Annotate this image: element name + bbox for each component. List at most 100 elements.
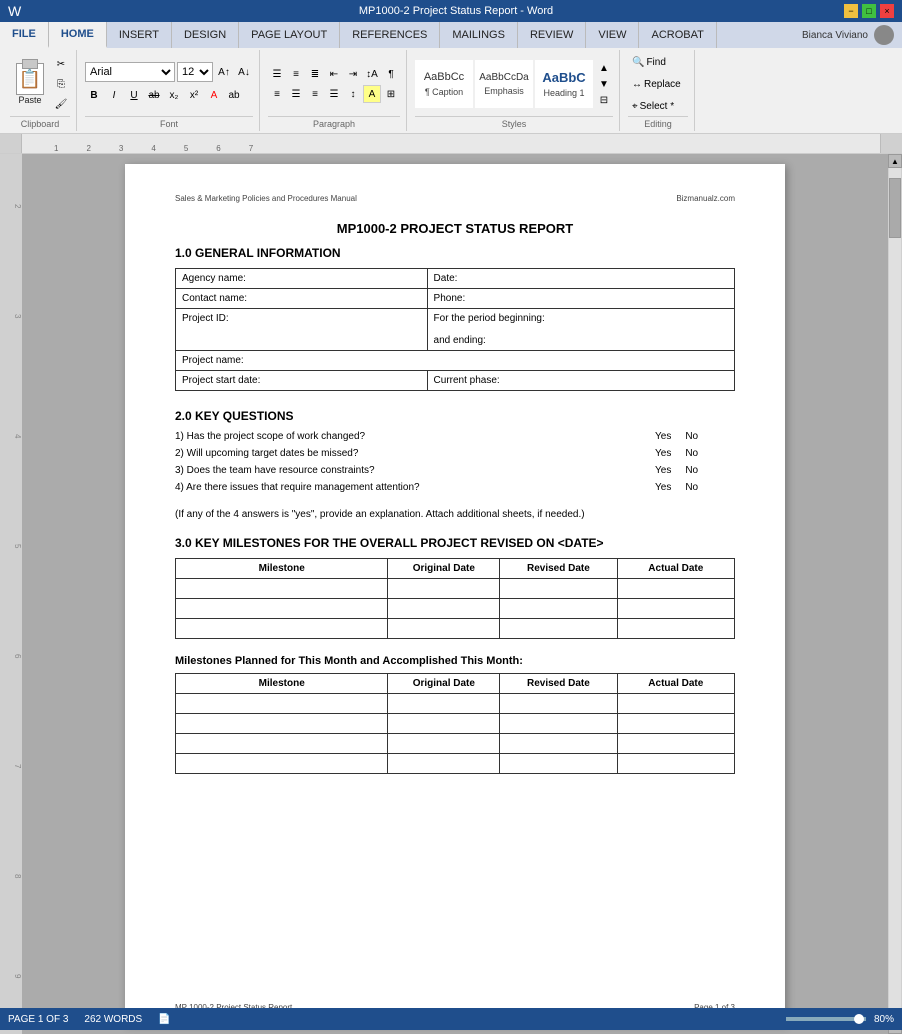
- table-row: [176, 734, 735, 754]
- close-button[interactable]: ×: [880, 4, 894, 18]
- tab-design[interactable]: DESIGN: [172, 22, 239, 48]
- format-painter-button[interactable]: 🖌: [52, 95, 70, 113]
- styles-label: Styles: [415, 116, 613, 129]
- planned-col-actual-header: Actual Date: [617, 674, 734, 694]
- ruler-main: 1 2 3 4 5 6 7: [22, 134, 880, 153]
- scroll-thumb[interactable]: [889, 178, 901, 238]
- tab-insert[interactable]: INSERT: [107, 22, 172, 48]
- milestones-planned-title: Milestones Planned for This Month and Ac…: [175, 655, 735, 667]
- font-grow-button[interactable]: A↑: [215, 63, 233, 81]
- tab-review[interactable]: REVIEW: [518, 22, 586, 48]
- section-1-heading: 1.0 GENERAL INFORMATION: [175, 246, 735, 260]
- select-icon: ⌖: [632, 101, 638, 112]
- tab-home[interactable]: HOME: [49, 22, 107, 48]
- tab-page-layout[interactable]: PAGE LAYOUT: [239, 22, 340, 48]
- style-heading1-sample: AaBbC: [542, 70, 585, 86]
- styles-content: AaBbCc ¶ Caption AaBbCcDa Emphasis AaBbC…: [415, 52, 613, 116]
- superscript-button[interactable]: x²: [185, 86, 203, 104]
- bullets-button[interactable]: ☰: [268, 65, 286, 83]
- general-info-table: Agency name: Date: Contact name: Phone: …: [175, 268, 735, 391]
- styles-scroll-up[interactable]: ▲: [595, 60, 613, 76]
- style-caption-label: ¶ Caption: [425, 87, 463, 97]
- align-right-button[interactable]: ≡: [306, 85, 324, 103]
- table-row: Contact name: Phone:: [176, 289, 735, 309]
- numbering-button[interactable]: ≡: [287, 65, 305, 83]
- underline-button[interactable]: U: [125, 86, 143, 104]
- show-hide-button[interactable]: ¶: [382, 65, 400, 83]
- align-left-button[interactable]: ≡: [268, 85, 286, 103]
- paragraph-row-1: ☰ ≡ ≣ ⇤ ⇥ ↕A ¶: [268, 65, 400, 83]
- tab-mailings[interactable]: MAILINGS: [440, 22, 518, 48]
- question-4-text: 4) Are there issues that require managem…: [175, 482, 655, 493]
- planned-col-revised-header: Revised Date: [500, 674, 617, 694]
- justify-button[interactable]: ☰: [325, 85, 343, 103]
- font-size-select[interactable]: 12: [177, 62, 213, 82]
- paragraph-row-2: ≡ ☰ ≡ ☰ ↕ A ⊞: [268, 85, 400, 103]
- select-button[interactable]: ⌖ Select *: [628, 96, 688, 116]
- status-bar: PAGE 1 OF 3 262 WORDS 📄 80%: [0, 1008, 902, 1030]
- align-center-button[interactable]: ☰: [287, 85, 305, 103]
- zoom-level: 80%: [874, 1014, 894, 1025]
- minimize-button[interactable]: −: [844, 4, 858, 18]
- left-bar: 2 3 4 5 6 7 8 9: [0, 154, 22, 1034]
- paragraph-label: Paragraph: [268, 116, 400, 129]
- style-caption[interactable]: AaBbCc ¶ Caption: [415, 60, 473, 108]
- scrollbar-right[interactable]: ▲ ▼: [888, 154, 902, 1034]
- tab-view[interactable]: VIEW: [586, 22, 639, 48]
- cut-button[interactable]: ✂: [52, 55, 70, 73]
- highlight-button[interactable]: ab: [225, 86, 243, 104]
- clipboard-sub-buttons: ✂ ⎘ 🖌: [52, 55, 70, 113]
- find-button[interactable]: 🔍 Find: [628, 52, 688, 72]
- text-color-button[interactable]: A: [205, 86, 223, 104]
- ribbon-content: 📋 Paste ✂ ⎘ 🖌 Clipboard Arial: [0, 48, 902, 133]
- margin-marker-8: 8: [13, 874, 22, 878]
- tab-file[interactable]: FILE: [0, 22, 49, 48]
- page-header-right: Bizmanualz.com: [676, 194, 735, 203]
- styles-expand[interactable]: ⊟: [595, 92, 613, 108]
- margin-marker-2: 2: [13, 204, 22, 208]
- font-shrink-button[interactable]: A↓: [235, 63, 253, 81]
- table-row: [176, 754, 735, 774]
- bold-button[interactable]: B: [85, 86, 103, 104]
- table-row: Project name:: [176, 351, 735, 371]
- title-bar-title: MP1000-2 Project Status Report - Word: [68, 5, 844, 17]
- tab-references[interactable]: REFERENCES: [340, 22, 440, 48]
- paste-button[interactable]: 📋 Paste: [10, 60, 50, 108]
- font-family-select[interactable]: Arial: [85, 62, 175, 82]
- decrease-indent-button[interactable]: ⇤: [325, 65, 343, 83]
- shading-button[interactable]: A: [363, 85, 381, 103]
- style-heading1[interactable]: AaBbC Heading 1: [535, 60, 593, 108]
- title-bar-controls[interactable]: − □ ×: [844, 4, 894, 18]
- question-row-2: 2) Will upcoming target dates be missed?…: [175, 448, 735, 459]
- user-name: Bianca Viviano: [802, 30, 868, 41]
- line-spacing-button[interactable]: ↕: [344, 85, 362, 103]
- margin-marker-5: 5: [13, 544, 22, 548]
- borders-button[interactable]: ⊞: [382, 85, 400, 103]
- page-header: Sales & Marketing Policies and Procedure…: [175, 194, 735, 203]
- italic-button[interactable]: I: [105, 86, 123, 104]
- margin-marker-6: 6: [13, 654, 22, 658]
- font-label: Font: [85, 116, 253, 129]
- main-area: 2 3 4 5 6 7 8 9 Sales & Marketing Polici…: [0, 154, 902, 1034]
- document-scroll-area[interactable]: Sales & Marketing Policies and Procedure…: [22, 154, 888, 1034]
- zoom-slider[interactable]: [786, 1017, 866, 1021]
- replace-button[interactable]: ↔ Replace: [628, 74, 688, 94]
- style-heading1-label: Heading 1: [543, 88, 584, 98]
- subscript-button[interactable]: x₂: [165, 86, 183, 104]
- multilevel-button[interactable]: ≣: [306, 65, 324, 83]
- sort-button[interactable]: ↕A: [363, 65, 381, 83]
- copy-button[interactable]: ⎘: [52, 75, 70, 93]
- scroll-up-arrow[interactable]: ▲: [888, 154, 902, 168]
- zoom-thumb[interactable]: [854, 1014, 864, 1024]
- scroll-track[interactable]: [889, 168, 901, 1020]
- style-emphasis[interactable]: AaBbCcDa Emphasis: [475, 60, 533, 108]
- styles-scroll-down[interactable]: ▼: [595, 76, 613, 92]
- strikethrough-button[interactable]: ab: [145, 86, 163, 104]
- question-row-3: 3) Does the team have resource constrain…: [175, 465, 735, 476]
- col-orig-date-header: Original Date: [388, 559, 500, 579]
- table-row: [176, 599, 735, 619]
- project-id-label: Project ID:: [176, 309, 428, 351]
- increase-indent-button[interactable]: ⇥: [344, 65, 362, 83]
- maximize-button[interactable]: □: [862, 4, 876, 18]
- tab-acrobat[interactable]: ACROBAT: [639, 22, 716, 48]
